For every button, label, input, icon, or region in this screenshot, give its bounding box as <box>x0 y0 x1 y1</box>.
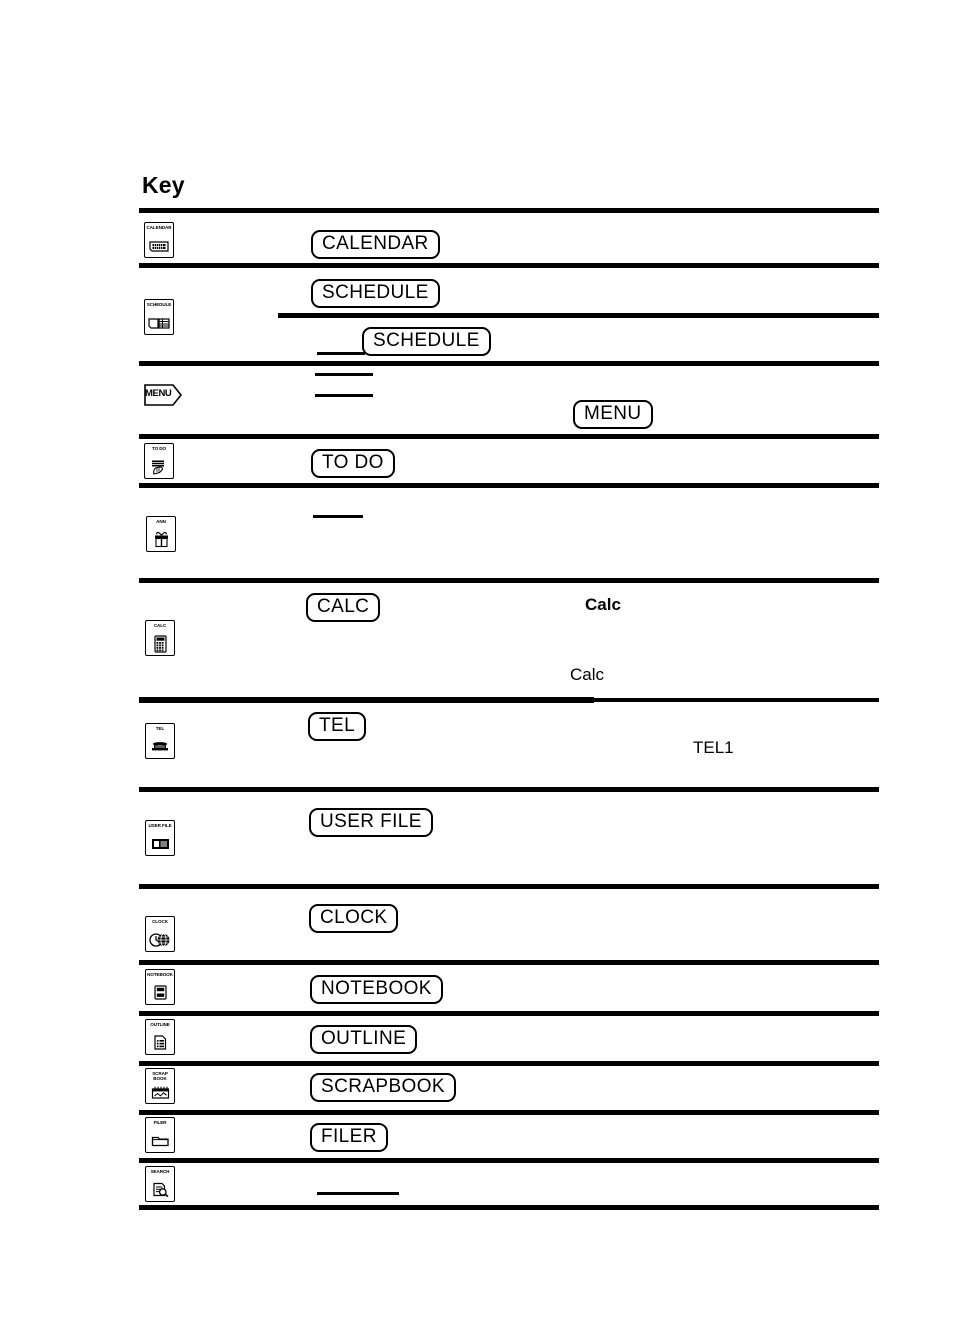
clock-key-button[interactable]: CLOCK <box>309 904 399 933</box>
table-rule-calc-end <box>139 698 879 702</box>
file-card-icon <box>146 834 174 853</box>
notebook-page-icon <box>146 983 174 1002</box>
calculator-icon <box>146 634 174 653</box>
clock-key-icon[interactable]: CLOCK <box>145 916 175 952</box>
user-file-key-icon[interactable]: USER FILE <box>145 820 175 856</box>
clock-globe-icon <box>146 930 174 949</box>
clock-key-cap-label: CLOCK <box>152 919 168 924</box>
to-do-key-button[interactable]: TO DO <box>311 449 395 478</box>
table-rule-filer-end <box>139 1158 879 1163</box>
notebook-key-icon[interactable]: NOTEBOOK <box>145 969 175 1005</box>
schedule-card-icon <box>145 313 173 332</box>
calendar-page-icon <box>145 236 173 255</box>
scrapbook-pad-icon <box>146 1084 174 1101</box>
search-key-icon[interactable]: SEARCH <box>145 1166 175 1202</box>
gift-box-icon <box>147 530 175 549</box>
calendar-key-cap-label: CALENDAR <box>146 225 172 230</box>
calendar-key-icon[interactable]: CALENDAR <box>144 222 174 258</box>
scrapbook-key-icon[interactable]: SCRAP BOOK <box>145 1068 175 1104</box>
hand-checklist-icon <box>145 457 173 476</box>
notebook-key-cap-label: NOTEBOOK <box>147 972 173 977</box>
tel-key-button[interactable]: TEL <box>308 712 367 741</box>
menu-key-cap-label: MENU <box>145 388 172 399</box>
calc-key-button[interactable]: CALC <box>306 593 381 622</box>
table-rule-clock-end <box>139 960 879 965</box>
search-key-cap-label: SEARCH <box>150 1169 170 1174</box>
table-rule-todo-end <box>139 483 879 488</box>
search-redaction-stroke <box>317 1192 399 1195</box>
scrapbook-key-cap-label-2: BOOK <box>153 1075 167 1081</box>
menu-redaction-stroke-2 <box>315 394 373 397</box>
menu-key-button[interactable]: MENU <box>573 400 653 429</box>
manual-page: Key CALENDAR CALENDAR SCHEDULE SCHEDULE … <box>0 0 954 1341</box>
user-file-key-button[interactable]: USER FILE <box>309 808 433 837</box>
notebook-key-button[interactable]: NOTEBOOK <box>310 975 443 1004</box>
schedule-redaction-stroke <box>317 352 365 355</box>
schedule-key-icon[interactable]: SCHEDULE <box>144 299 174 335</box>
tel-key-icon[interactable]: TEL <box>145 723 175 759</box>
table-rule-tel-end <box>139 787 879 792</box>
ann-key-icon[interactable]: ANN <box>146 516 176 552</box>
folder-icon <box>146 1131 174 1150</box>
page-title: Key <box>142 172 185 198</box>
table-rule-userfile-end <box>139 884 879 889</box>
schedule-key-button-2[interactable]: SCHEDULE <box>362 327 491 356</box>
table-rule-schedule-end <box>139 361 879 366</box>
filer-key-icon[interactable]: FILER <box>145 1117 175 1153</box>
ann-key-cap-label: ANN <box>156 519 166 524</box>
schedule-key-button[interactable]: SCHEDULE <box>311 279 440 308</box>
menu-redaction-stroke-1 <box>315 373 373 376</box>
to-do-key-icon[interactable]: TO DO <box>144 443 174 479</box>
table-rule-outline-end <box>139 1061 879 1066</box>
calc-key-cap-label: CALC <box>153 623 167 628</box>
telephone-icon <box>146 737 174 756</box>
outline-key-icon[interactable]: OUTLINE <box>145 1019 175 1055</box>
outline-doc-icon <box>146 1033 174 1052</box>
filer-key-cap-label: FILER <box>153 1120 167 1125</box>
table-rule-calendar-end <box>139 263 879 268</box>
table-rule-top <box>139 208 879 213</box>
menu-key-icon[interactable]: MENU <box>143 383 183 407</box>
calc-plain-text: Calc <box>570 665 605 684</box>
outline-key-button[interactable]: OUTLINE <box>310 1025 418 1054</box>
ann-redaction-stroke <box>313 515 363 518</box>
schedule-key-cap-label: SCHEDULE <box>146 302 172 307</box>
calendar-key-button[interactable]: CALENDAR <box>311 230 440 259</box>
calc-bold-text: Calc <box>585 595 621 614</box>
doc-magnifier-icon <box>146 1180 174 1199</box>
outline-key-cap-label: OUTLINE <box>150 1022 170 1027</box>
table-rule-scrapbook-end <box>139 1110 879 1115</box>
tel1-text: TEL1 <box>693 738 734 757</box>
to-do-key-cap-label: TO DO <box>152 446 166 451</box>
user-file-key-cap-label: USER FILE <box>148 823 172 828</box>
table-rule-ann-end <box>139 578 879 583</box>
table-rule-schedule-mid <box>278 313 879 318</box>
table-rule-menu-end <box>139 434 879 439</box>
table-rule-notebook-end <box>139 1011 879 1016</box>
calc-key-icon[interactable]: CALC <box>145 620 175 656</box>
filer-key-button[interactable]: FILER <box>310 1123 388 1152</box>
tel-key-cap-label: TEL <box>155 726 165 731</box>
table-rule-bottom <box>139 1205 879 1210</box>
scrapbook-key-button[interactable]: SCRAPBOOK <box>310 1073 456 1102</box>
